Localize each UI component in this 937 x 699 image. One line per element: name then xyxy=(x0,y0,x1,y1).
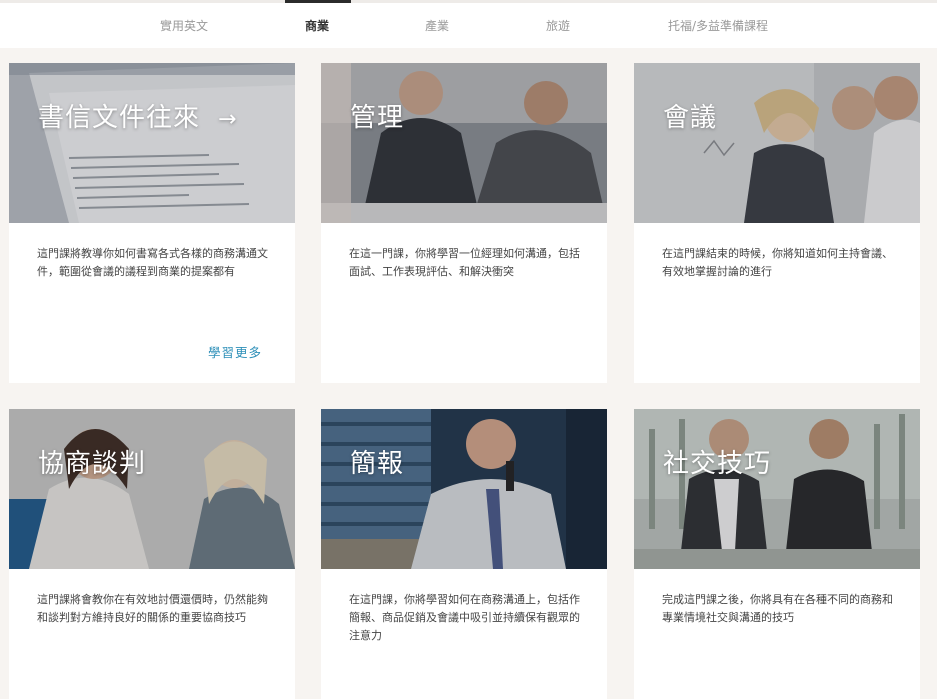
course-description: 在這門課結束的時候，你將知道如何主持會議、有效地掌握討論的進行 xyxy=(662,247,893,278)
tab-industry[interactable]: 產業 xyxy=(425,17,449,34)
course-description: 完成這門課之後，你將具有在各種不同的商務和專業情境社交與溝通的技巧 xyxy=(662,593,893,624)
category-tabs: 實用英文 商業 產業 旅遊 托福/多益準備課程 xyxy=(0,0,937,48)
course-image-meetings xyxy=(634,63,920,223)
course-title: 管理 xyxy=(350,103,405,133)
learn-more-link[interactable]: 學習更多 xyxy=(208,342,262,361)
course-card-social-skills[interactable]: 社交技巧 完成這門課之後，你將具有在各種不同的商務和專業情境社交與溝通的技巧 xyxy=(634,409,920,699)
course-title: 會議 xyxy=(663,103,718,133)
course-title: 簡報 xyxy=(350,449,405,479)
course-description: 這門課將教導你如何書寫各式各樣的商務溝通文件，範圍從會議的議程到商業的提案都有 xyxy=(37,247,268,278)
course-card-presentation[interactable]: 簡報 在這門課，你將學習如何在商務溝通上，包括作簡報、商品促銷及會議中吸引並持續… xyxy=(321,409,607,699)
course-card-negotiation[interactable]: 協商談判 這門課將會教你在有效地討價還價時，仍然能夠和談判對方維持良好的關係的重… xyxy=(9,409,295,699)
tab-toefl-toeic[interactable]: 托福/多益準備課程 xyxy=(668,17,768,34)
course-title: 書信文件往來 → xyxy=(38,103,238,133)
arrow-right-icon: → xyxy=(218,107,238,132)
course-image-social-skills xyxy=(634,409,920,569)
course-card-meetings[interactable]: 會議 在這門課結束的時候，你將知道如何主持會議、有效地掌握討論的進行 xyxy=(634,63,920,383)
course-image-presentation xyxy=(321,409,607,569)
active-tab-indicator xyxy=(285,0,351,3)
course-image-correspondence xyxy=(9,63,295,223)
course-card-management[interactable]: 管理 在這一門課，你將學習一位經理如何溝通，包括面試、工作表現評估、和解決衝突 xyxy=(321,63,607,383)
course-description: 在這門課，你將學習如何在商務溝通上，包括作簡報、商品促銷及會議中吸引並持續保有觀… xyxy=(349,593,580,642)
course-description: 在這一門課，你將學習一位經理如何溝通，包括面試、工作表現評估、和解決衝突 xyxy=(349,247,580,278)
tab-practical-english[interactable]: 實用英文 xyxy=(160,17,208,34)
course-title: 協商談判 xyxy=(38,449,147,479)
tab-travel[interactable]: 旅遊 xyxy=(546,17,570,34)
course-description: 這門課將會教你在有效地討價還價時，仍然能夠和談判對方維持良好的關係的重要協商技巧 xyxy=(37,593,268,624)
tab-business[interactable]: 商業 xyxy=(305,17,329,34)
course-image-negotiation xyxy=(9,409,295,569)
course-image-management xyxy=(321,63,607,223)
course-title: 社交技巧 xyxy=(663,449,772,479)
course-card-correspondence[interactable]: 書信文件往來 → 這門課將教導你如何書寫各式各樣的商務溝通文件，範圍從會議的議程到… xyxy=(9,63,295,383)
